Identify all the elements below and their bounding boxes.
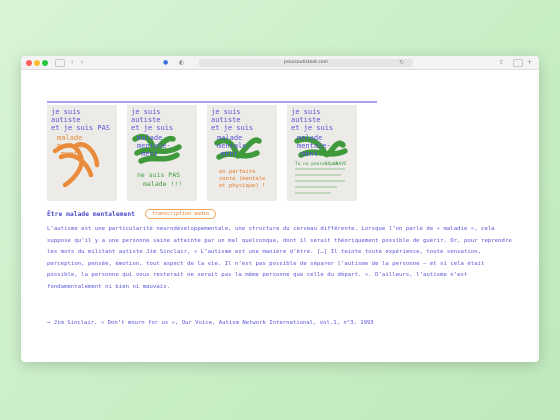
article-header: Être malade mentalement transcription au… <box>47 209 217 219</box>
reload-icon[interactable]: ↻ <box>399 59 404 67</box>
poster-4-line: mentale- <box>297 142 331 150</box>
poster-gallery: je suis autiste et je suis PAS malade me… <box>47 101 377 201</box>
poster-3[interactable]: je suis autiste et je suis malade mental… <box>207 105 277 201</box>
poster-4-line: malade <box>297 134 322 142</box>
forward-arrow-icon[interactable]: › <box>81 59 83 67</box>
poster-2-caption: malade !!! <box>143 180 182 188</box>
article-reference: → Jim Sinclair, « Don’t mourn for us », … <box>47 320 374 326</box>
poster-4-caption: SO GRAVE <box>325 161 347 167</box>
poster-3-line: ment <box>221 150 238 158</box>
close-window-button[interactable] <box>26 60 32 66</box>
poster-3-caption: en parfaite <box>219 169 255 175</box>
poster-4-line: et je suis <box>291 124 333 132</box>
poster-2-caption: ne suis PAS <box>137 171 180 179</box>
poster-2-line: autiste <box>131 116 161 124</box>
page-content: je suis autiste et je suis PAS malade me… <box>21 71 539 362</box>
article-title: Être malade mentalement <box>47 210 135 218</box>
poster-4-line: ment <box>301 150 318 158</box>
poster-1-line: mentale- <box>57 142 91 150</box>
poster-2-line: malade <box>137 134 162 142</box>
poster-2[interactable]: je suis autiste et je suis malade mental… <box>127 105 197 201</box>
poster-4-line: autiste <box>291 116 321 124</box>
poster-1-line: autiste <box>51 116 81 124</box>
address-bar[interactable]: jesuisautisteet.com <box>199 59 413 67</box>
poster-3-caption: et physique) ! <box>219 183 265 189</box>
privacy-shield-icon[interactable]: ◐ <box>179 59 184 67</box>
article-paragraph: L’autisme est une particularité neurodév… <box>47 226 512 290</box>
poster-1-line: malade <box>57 134 82 142</box>
browser-toolbar: ‹ › ● ◐ jesuisautisteet.com ↻ ⇪ + <box>21 56 539 70</box>
poster-3-line: autiste <box>211 116 241 124</box>
tabs-overview-icon[interactable] <box>513 59 523 67</box>
new-tab-icon[interactable]: + <box>527 59 532 67</box>
poster-3-line: malade <box>217 134 242 142</box>
minimize-window-button[interactable] <box>34 60 40 66</box>
maximize-window-button[interactable] <box>42 60 48 66</box>
poster-3-line: et je suis <box>211 124 253 132</box>
sidebar-toggle-icon[interactable] <box>55 59 65 67</box>
poster-1[interactable]: je suis autiste et je suis PAS malade me… <box>47 105 117 201</box>
poster-1-line: je suis <box>51 108 81 116</box>
audio-transcription-button[interactable]: transcription audio <box>144 209 217 219</box>
poster-3-caption: santé (mentale <box>219 175 265 182</box>
poster-1-line: ment <box>61 150 78 158</box>
browser-window: ‹ › ● ◐ jesuisautisteet.com ↻ ⇪ + je sui… <box>21 56 539 362</box>
poster-3-line: mentale- <box>217 142 251 150</box>
poster-2-line: je suis <box>131 108 161 116</box>
poster-2-line: et je suis <box>131 124 173 132</box>
poster-2-line: ment <box>141 150 158 158</box>
poster-4[interactable]: je suis autiste et je suis malade mental… <box>287 105 357 201</box>
poster-3-line: je suis <box>211 108 241 116</box>
poster-4-line: je suis <box>291 108 321 116</box>
share-icon[interactable]: ⇪ <box>499 59 504 67</box>
extension-user-icon[interactable]: ● <box>163 59 168 67</box>
poster-1-line: et je suis PAS <box>51 124 110 132</box>
back-arrow-icon[interactable]: ‹ <box>71 59 73 67</box>
poster-2-line: mentale- <box>137 142 171 150</box>
